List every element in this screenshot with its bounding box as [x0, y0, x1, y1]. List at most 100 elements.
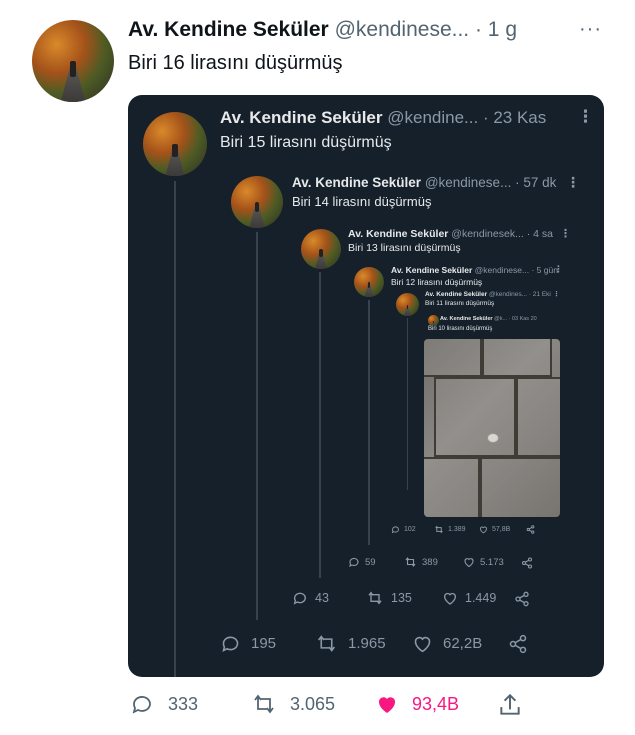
- share-icon: [509, 634, 527, 654]
- avatar: [143, 112, 207, 176]
- avatar: [301, 229, 341, 269]
- heart-icon: [378, 697, 396, 713]
- author-name: Av. Kendine Seküler: [220, 108, 383, 127]
- tweet-time: · 57 dk: [515, 175, 557, 190]
- heart-icon: [480, 526, 487, 534]
- reply-icon: [132, 696, 151, 714]
- author-name[interactable]: Av. Kendine Seküler: [128, 18, 329, 41]
- author-handle: @kendinesek...: [451, 228, 524, 240]
- tweet-text: Biri 13 lirasını düşürmüş: [348, 242, 461, 254]
- reply-icon: [222, 636, 239, 652]
- retweet-count: 135: [391, 591, 412, 605]
- avatar: [396, 293, 419, 316]
- retweet-count: 3.065: [290, 693, 336, 714]
- thread-line: [407, 318, 409, 490]
- reply-count: 102: [404, 526, 416, 533]
- like-count: 5.173: [480, 556, 504, 568]
- share-button: [508, 634, 528, 654]
- reply-icon: [349, 557, 359, 568]
- like-button: 57,8B: [479, 525, 510, 534]
- like-count: 93,4B: [412, 693, 460, 714]
- avatar[interactable]: [32, 20, 114, 102]
- quoted-screenshot[interactable]: Av. Kendine Seküler @kendine... · 23 Kas…: [128, 95, 604, 677]
- avatar: [354, 267, 384, 297]
- retweet-icon: [368, 591, 382, 605]
- tweet-text: Biri 10 lirasını düşürmüş: [428, 326, 493, 332]
- reply-icon: [391, 526, 399, 534]
- author-handle: @kendinese...: [474, 265, 530, 275]
- thread-line: [174, 181, 176, 677]
- author-name: Av. Kendine Seküler: [440, 316, 493, 322]
- tweet-time: · 4 sa: [526, 228, 554, 240]
- share-button: [521, 557, 533, 569]
- share-icon: [500, 693, 520, 715]
- author-handle: @kendine...: [387, 108, 479, 127]
- reply-count: 59: [365, 556, 376, 568]
- retweet-button: 389: [404, 556, 438, 568]
- like-button[interactable]: 93,4B: [374, 692, 459, 716]
- tweet-text: Biri 15 lirasını düşürmüş: [220, 134, 392, 151]
- retweet-button: 135: [366, 590, 412, 606]
- more-icon[interactable]: ···: [579, 18, 602, 41]
- more-icon: ⋮: [553, 291, 560, 298]
- retweet-count: 389: [422, 556, 438, 568]
- like-count: 1.449: [465, 591, 497, 605]
- retweet-count: 1.389: [448, 526, 466, 533]
- reply-count: 333: [168, 693, 199, 714]
- pavement-photo: [424, 339, 560, 517]
- heart-icon: [444, 592, 456, 605]
- coin: [487, 433, 499, 443]
- reply-count: 195: [251, 635, 277, 652]
- retweet-icon: [405, 557, 416, 567]
- tweet-time: · 23 Kas: [482, 108, 547, 127]
- reply-button[interactable]: 333: [130, 692, 198, 716]
- tweet-text: Biri 11 lirasını düşürmüş: [425, 300, 495, 307]
- reply-button: 102: [391, 525, 416, 534]
- thread-line: [319, 272, 321, 578]
- reply-count: 43: [315, 591, 329, 605]
- more-icon: ⋮: [566, 174, 580, 190]
- tweet-text: Biri 12 lirasını düşürmüş: [391, 277, 483, 287]
- thread-line: [256, 232, 258, 620]
- reply-button: 195: [220, 633, 276, 654]
- heart-icon: [414, 636, 431, 653]
- author-name: Av. Kendine Seküler: [425, 291, 488, 298]
- author-handle[interactable]: @kendinese...: [335, 18, 470, 41]
- share-icon: [515, 591, 529, 607]
- avatar: [428, 315, 439, 326]
- heart-icon: [464, 558, 474, 568]
- reply-button: 43: [292, 590, 329, 606]
- author-handle: @k...: [494, 316, 508, 322]
- avatar: [231, 176, 283, 228]
- tweet-text: Biri 16 lirasını düşürmüş: [128, 52, 343, 74]
- tweet-text: Biri 14 lirasını düşürmüş: [292, 194, 432, 209]
- more-icon: ⋮: [577, 107, 594, 126]
- like-button: 62,2B: [412, 633, 482, 654]
- retweet-icon: [254, 694, 274, 714]
- more-icon: ⋮: [560, 228, 571, 240]
- retweet-count: 1.965: [348, 635, 386, 652]
- tweet-time: · 03 Kas 20: [508, 316, 537, 322]
- like-button: 1.449: [442, 590, 496, 606]
- tweet-time: · 21 Eki: [528, 291, 551, 298]
- retweet-button[interactable]: 3.065: [250, 692, 335, 716]
- author-name: Av. Kendine Seküler: [391, 265, 473, 275]
- share-button[interactable]: [497, 692, 523, 718]
- retweet-icon: [317, 635, 336, 652]
- like-button: 5.173: [463, 556, 504, 568]
- retweet-button: 1.389: [434, 525, 466, 534]
- author-name: Av. Kendine Seküler: [348, 228, 449, 240]
- retweet-button: 1.965: [315, 633, 386, 654]
- tweet-time[interactable]: · 1 g: [475, 18, 517, 41]
- retweet-icon: [435, 525, 443, 534]
- author-handle: @kendines...: [488, 291, 527, 298]
- share-button: [526, 525, 535, 534]
- author-handle: @kendinese...: [424, 175, 512, 190]
- like-count: 57,8B: [492, 526, 511, 533]
- share-button: [514, 591, 530, 607]
- reply-icon: [293, 592, 306, 605]
- like-count: 62,2B: [443, 635, 483, 652]
- share-icon: [521, 557, 533, 569]
- author-name: Av. Kendine Seküler: [292, 175, 422, 190]
- thread-line: [368, 300, 370, 545]
